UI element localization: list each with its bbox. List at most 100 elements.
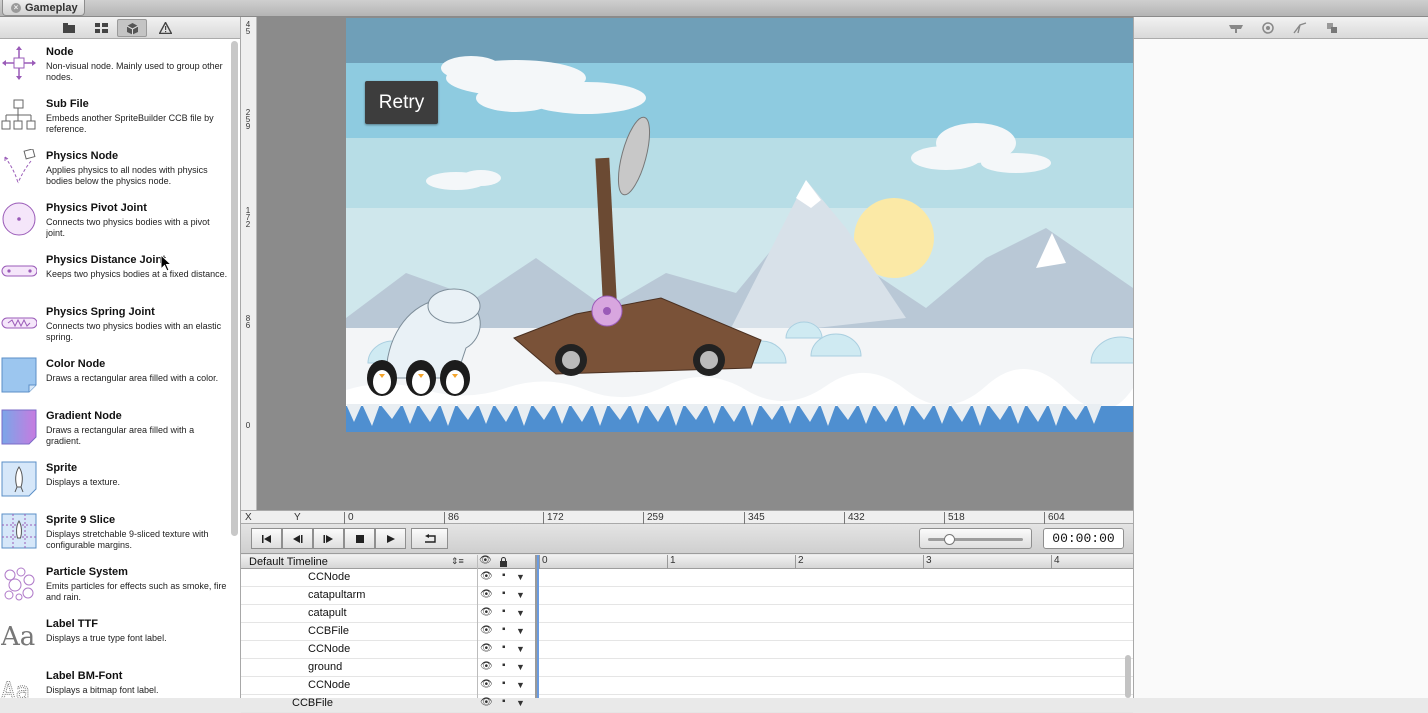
library-item-title: Node: [46, 46, 74, 58]
nodes-folder-icon[interactable]: [54, 19, 84, 37]
stop-icon: [355, 534, 364, 543]
expand-triangle-icon[interactable]: ▼: [516, 572, 525, 582]
play-button[interactable]: [375, 528, 406, 549]
timeline-row[interactable]: CCNode 👁 ▪ ▼: [241, 641, 1133, 659]
eye-icon[interactable]: 👁: [480, 643, 493, 654]
templates-icon[interactable]: [1318, 20, 1346, 36]
step-forward-button[interactable]: [313, 528, 344, 549]
expand-triangle-icon[interactable]: ▼: [516, 662, 525, 672]
box-icon[interactable]: [117, 19, 147, 37]
library-item-gradient-node[interactable]: Gradient Node Draws a rectangular area f…: [0, 404, 230, 456]
library-item-desc: Draws a rectangular area filled with a g…: [46, 425, 195, 446]
timeline-playhead[interactable]: [537, 555, 539, 698]
warning-icon[interactable]: [150, 19, 180, 37]
eye-icon[interactable]: 👁: [480, 697, 493, 708]
expand-triangle-icon[interactable]: ▼: [516, 644, 525, 654]
expand-triangle-icon[interactable]: ▼: [516, 608, 525, 618]
close-tab-icon[interactable]: ×: [11, 2, 21, 13]
node-library-panel: Node Non-visual node. Mainly used to gro…: [0, 17, 241, 698]
eye-icon[interactable]: 👁: [480, 625, 493, 636]
hruler-x-label: X: [245, 512, 252, 523]
physics-icon[interactable]: [1286, 20, 1314, 36]
library-item-label-ttf[interactable]: Aa Label TTF Displays a true type font l…: [0, 612, 230, 664]
library-item-node[interactable]: Node Non-visual node. Mainly used to gro…: [0, 40, 230, 92]
library-item-label-bmfont[interactable]: Aa Label BM-Font Displays a bitmap font …: [0, 664, 230, 698]
eye-icon[interactable]: 👁: [480, 661, 493, 672]
library-item-color-node[interactable]: Color Node Draws a rectangular area fill…: [0, 352, 230, 404]
eye-icon[interactable]: 👁: [480, 607, 493, 618]
expand-triangle-icon[interactable]: ▼: [516, 590, 525, 600]
eye-icon[interactable]: 👁: [480, 589, 493, 600]
stop-button[interactable]: [344, 528, 375, 549]
library-item-title: Physics Spring Joint: [46, 306, 155, 318]
timeline-row[interactable]: ground 👁 ▪ ▼: [241, 659, 1133, 677]
timeline-menu-icon[interactable]: ⇕≡: [451, 556, 464, 567]
lock-dot-icon[interactable]: ▪: [502, 660, 506, 671]
expand-triangle-icon[interactable]: ▼: [516, 626, 525, 636]
library-item-particle-system[interactable]: Particle System Emits particles for effe…: [0, 560, 230, 612]
library-item-sprite-9-slice[interactable]: Sprite 9 Slice Displays stretchable 9-sl…: [0, 508, 230, 560]
hruler-tick: 432: [844, 512, 865, 524]
library-item-desc: Draws a rectangular area filled with a c…: [46, 373, 219, 383]
library-item-sprite[interactable]: Sprite Displays a texture.: [0, 456, 230, 508]
pivot-joint-icon: [1, 201, 37, 237]
node-icon: [1, 45, 37, 81]
library-item-title: Sub File: [46, 98, 89, 110]
timeline-row[interactable]: CCNode 👁 ▪ ▼: [241, 677, 1133, 695]
timeline-row[interactable]: CCBFile 👁 ▪ ▼: [241, 623, 1133, 641]
timeline-scale-mark: 0: [539, 555, 548, 569]
lock-dot-icon[interactable]: ▪: [502, 642, 506, 653]
library-item-title: Label BM-Font: [46, 670, 123, 682]
lock-dot-icon[interactable]: ▪: [502, 570, 506, 581]
jump-to-start-button[interactable]: [251, 528, 282, 549]
library-scrollbar-thumb[interactable]: [231, 41, 238, 536]
lock-column-icon: [499, 555, 508, 567]
library-item-physics-node[interactable]: Physics Node Applies physics to all node…: [0, 144, 230, 196]
library-item-desc: Applies physics to all nodes with physic…: [46, 165, 208, 186]
timeline-row[interactable]: catapult 👁 ▪ ▼: [241, 605, 1133, 623]
game-scene[interactable]: Retry: [346, 18, 1133, 432]
eye-icon[interactable]: 👁: [480, 571, 493, 582]
library-item-physics-distance-joint[interactable]: Physics Distance Joint Keeps two physics…: [0, 248, 230, 300]
expand-triangle-icon[interactable]: ▼: [516, 698, 525, 708]
column-divider[interactable]: [477, 555, 478, 698]
eye-icon[interactable]: 👁: [480, 679, 493, 690]
mouse-cursor-icon: [160, 254, 172, 272]
properties-icon[interactable]: [1222, 20, 1250, 36]
retry-button[interactable]: Retry: [365, 81, 438, 124]
step-back-button[interactable]: [282, 528, 313, 549]
timeline-selector[interactable]: Default Timeline: [249, 556, 328, 568]
lock-dot-icon[interactable]: ▪: [502, 606, 506, 617]
vruler-label: 4 5: [245, 20, 251, 36]
lock-dot-icon[interactable]: ▪: [502, 678, 506, 689]
library-item-title: Particle System: [46, 566, 128, 578]
timeline-scale-mark: 1: [667, 555, 676, 569]
vertical-ruler: 4 5 2 5 9 1 7 2 8 6 0: [241, 17, 257, 510]
lock-dot-icon[interactable]: ▪: [502, 624, 506, 635]
library-item-physics-spring-joint[interactable]: Physics Spring Joint Connects two physic…: [0, 300, 230, 352]
timeline-row[interactable]: catapultarm 👁 ▪ ▼: [241, 587, 1133, 605]
timeline-scale-mark: 2: [795, 555, 804, 569]
timeline-scrollbar[interactable]: [1125, 655, 1131, 698]
loop-button[interactable]: [411, 528, 448, 549]
hruler-y-label: Y: [294, 512, 301, 523]
library-item-desc: Non-visual node. Mainly used to group ot…: [46, 61, 223, 82]
library-item-physics-pivot-joint[interactable]: Physics Pivot Joint Connects two physics…: [0, 196, 230, 248]
library-item-sub-file[interactable]: Sub File Embeds another SpriteBuilder CC…: [0, 92, 230, 144]
code-connections-icon[interactable]: [1254, 20, 1282, 36]
slider-knob[interactable]: [944, 534, 955, 545]
node-name: CCNode: [308, 679, 351, 691]
timeline-row[interactable]: CCNode 👁 ▪ ▼: [241, 569, 1133, 587]
timecode-display[interactable]: 00:00:00: [1043, 528, 1124, 549]
document-tab-bar: × Gameplay: [0, 0, 1428, 17]
expand-triangle-icon[interactable]: ▼: [516, 680, 525, 690]
node-name: CCNode: [308, 571, 351, 583]
timeline-zoom-slider[interactable]: [919, 528, 1032, 549]
library-item-title: Gradient Node: [46, 410, 122, 422]
library-item-title: Sprite: [46, 462, 78, 474]
library-scrollbar[interactable]: [230, 41, 239, 536]
document-tab[interactable]: × Gameplay: [2, 0, 85, 16]
inspector-toolbar: [1134, 17, 1428, 39]
grid-icon[interactable]: [86, 19, 116, 37]
lock-dot-icon[interactable]: ▪: [502, 588, 506, 599]
